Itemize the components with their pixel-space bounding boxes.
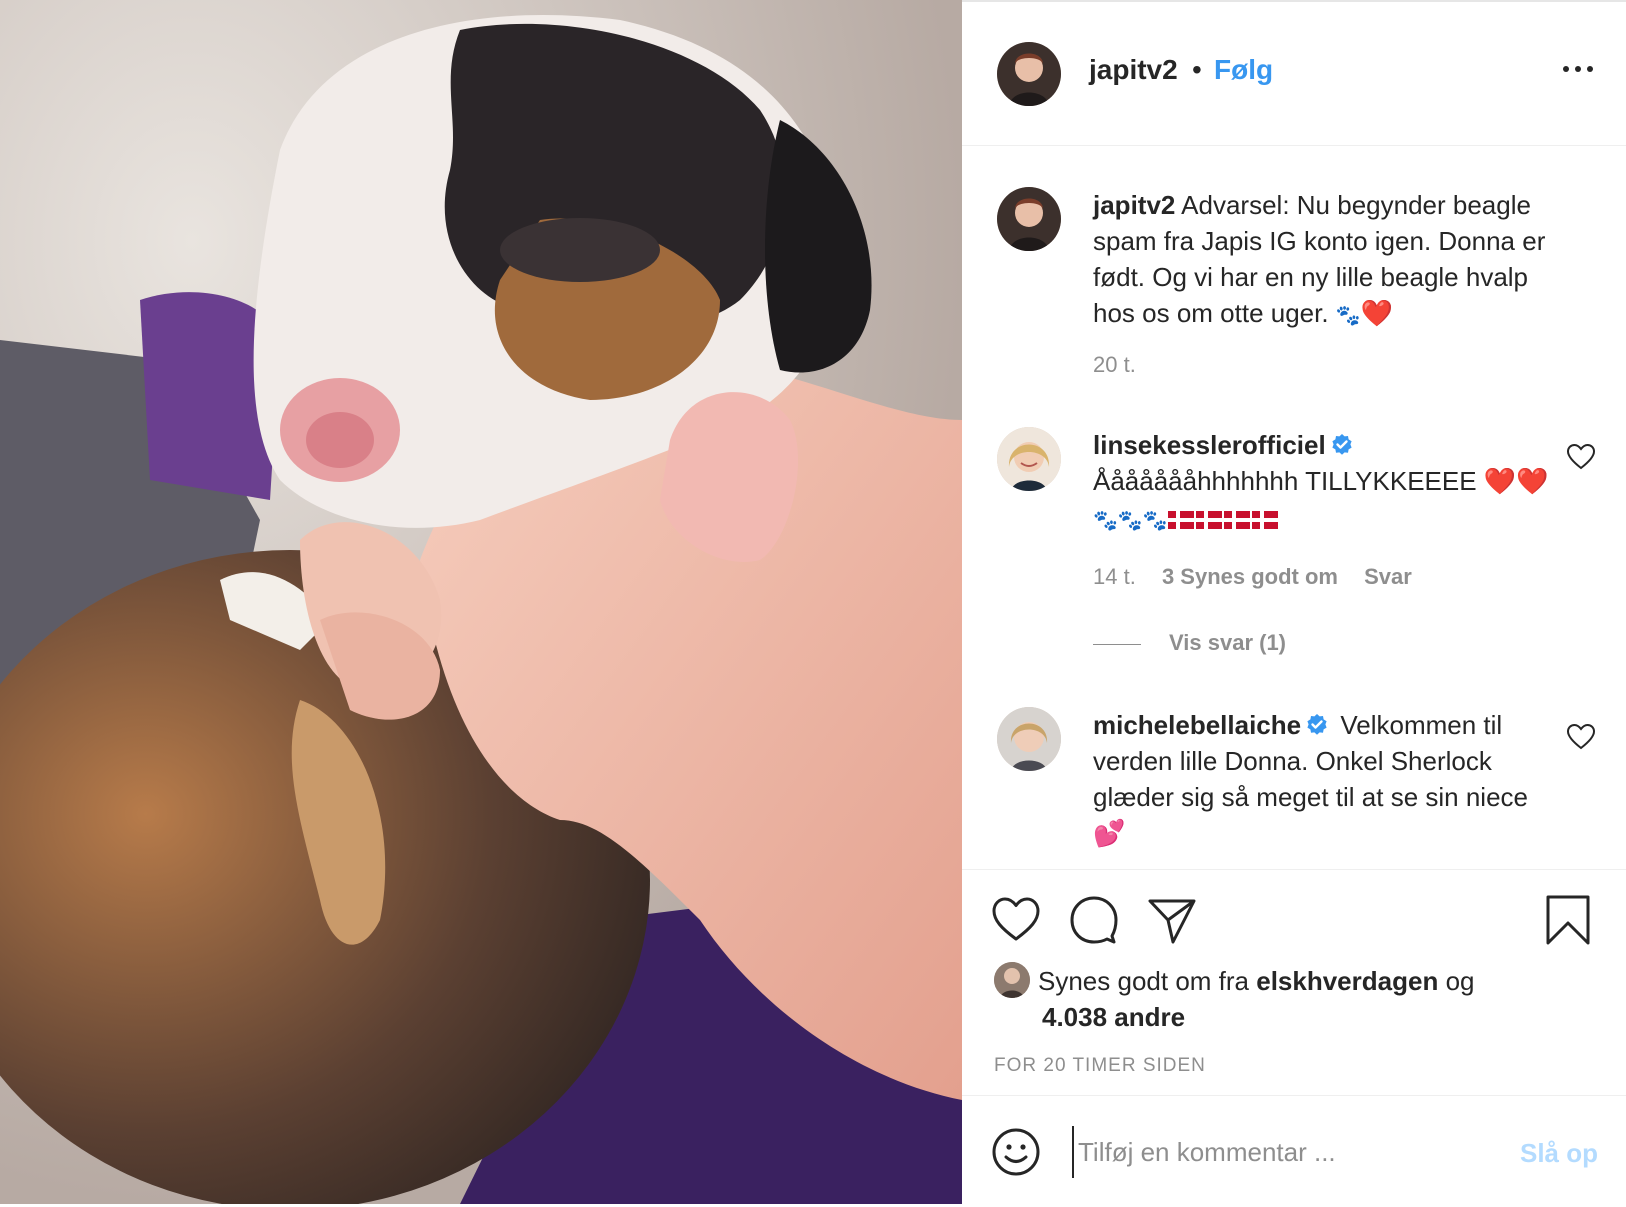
likes-connector: og (1445, 966, 1475, 996)
avatar-linsekessler-image (997, 427, 1061, 491)
liker-username[interactable]: elskhverdagen (1256, 966, 1438, 996)
reply-button[interactable]: Svar (1364, 564, 1412, 589)
follow-button[interactable]: Følg (1214, 54, 1273, 86)
post-sidebar: japitv2 • Følg japitv2 Advarsel: Nu begy… (962, 0, 1626, 1204)
likes-prefix: Synes godt om fra (1038, 966, 1249, 996)
bookmark-icon[interactable] (1542, 894, 1594, 946)
comment-meta: 14 t. 3 Synes godt om Svar (1093, 564, 1432, 590)
divider-line (1093, 643, 1141, 645)
post-header: japitv2 • Følg (962, 2, 1626, 146)
post-comment-button[interactable]: Slå op (1520, 1138, 1598, 1169)
heart-icon[interactable] (990, 894, 1042, 946)
avatar-elskhverdagen-image (994, 962, 1030, 998)
caption-meta: 20 t. (1093, 352, 1156, 378)
avatar[interactable] (997, 187, 1061, 251)
verified-badge-icon (1305, 713, 1329, 737)
caption-username[interactable]: japitv2 (1093, 190, 1175, 220)
likes-others-count[interactable]: 4.038 andre (994, 1002, 1185, 1032)
denmark-flag-icon (1223, 511, 1250, 529)
comment-like-count[interactable]: 3 Synes godt om (1162, 564, 1338, 589)
share-icon[interactable] (1146, 894, 1198, 946)
puppy-photo (0, 0, 962, 1204)
avatar[interactable] (994, 962, 1030, 998)
view-replies-label: Vis svar (1) (1169, 630, 1287, 655)
comment-age[interactable]: 14 t. (1093, 564, 1136, 589)
avatar[interactable] (997, 427, 1061, 491)
denmark-flag-icon (1167, 511, 1194, 529)
paw-emoji: 🐾 (1335, 303, 1361, 327)
view-replies-button[interactable]: Vis svar (1) (1093, 630, 1286, 656)
comment-like-heart-icon[interactable] (1566, 442, 1596, 472)
heart-emoji: ❤️❤️ (1483, 467, 1549, 497)
instagram-post-modal: japitv2 • Følg japitv2 Advarsel: Nu begy… (0, 0, 1626, 1204)
emoji-icon[interactable] (990, 1126, 1042, 1178)
avatar[interactable] (997, 707, 1061, 771)
header-username[interactable]: japitv2 (1089, 54, 1178, 86)
ellipsis-icon[interactable] (1560, 54, 1596, 84)
avatar[interactable] (997, 42, 1061, 106)
comment-body: Åååååååhhhhhhh TILLYKKEEEE (1093, 466, 1477, 496)
header-separator: • (1192, 54, 1202, 85)
two-hearts-emoji: 💕 (1093, 819, 1126, 849)
denmark-flag-icon (1195, 511, 1222, 529)
comment-like-heart-icon[interactable] (1566, 722, 1596, 752)
avatar-japitv2-image (997, 42, 1061, 106)
verified-badge-icon (1330, 433, 1354, 457)
add-comment-row: Slå op (962, 1095, 1626, 1207)
denmark-flag-icon (1251, 511, 1278, 529)
likes-summary: Synes godt om fra elskhverdagen og 4.038… (994, 962, 1594, 1035)
comments-list[interactable]: japitv2 Advarsel: Nu begynder beagle spa… (962, 147, 1626, 869)
caption-text: japitv2 Advarsel: Nu begynder beagle spa… (1093, 187, 1563, 333)
comment-text: linsekesslerofficiel Åååååååhhhhhhh TILL… (1093, 427, 1553, 538)
paw-emoji: 🐾🐾🐾 (1093, 508, 1168, 532)
post-actions: Synes godt om fra elskhverdagen og 4.038… (962, 869, 1626, 1206)
comment-input[interactable] (1072, 1126, 1492, 1178)
avatar-japitv2-image (997, 187, 1061, 251)
caption-age[interactable]: 20 t. (1093, 352, 1136, 377)
comment-username[interactable]: michelebellaiche (1093, 710, 1301, 740)
avatar-michelebellaiche-image (997, 707, 1061, 771)
comment-username[interactable]: linsekesslerofficiel (1093, 430, 1326, 460)
post-photo[interactable] (0, 0, 962, 1204)
comment-icon[interactable] (1068, 894, 1120, 946)
danish-flags (1167, 503, 1280, 533)
heart-emoji: ❤️ (1360, 299, 1394, 329)
post-timestamp[interactable]: FOR 20 TIMER SIDEN (994, 1055, 1206, 1077)
comment-text: michelebellaiche Velkommen til verden li… (1093, 707, 1563, 852)
